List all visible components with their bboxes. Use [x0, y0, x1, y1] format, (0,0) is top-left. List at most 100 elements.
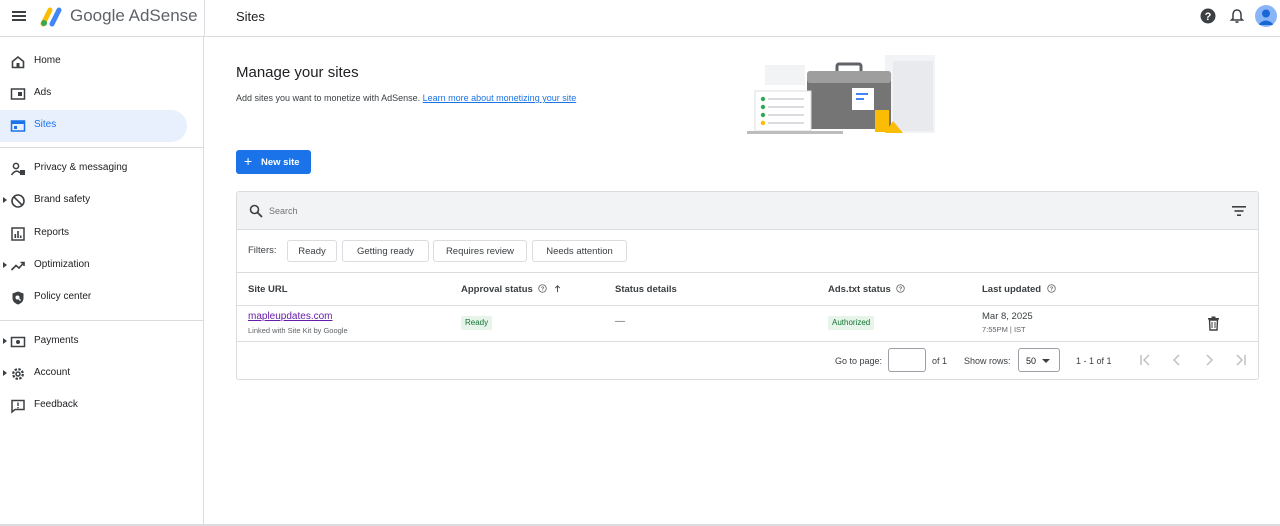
sidebar-item-feedback[interactable]: Feedback — [0, 390, 187, 422]
sidebar-item-sites[interactable]: Sites — [0, 110, 187, 142]
sites-icon — [10, 120, 26, 132]
sidebar-nav: Home Ads Sites Privacy & messaging Brand… — [0, 37, 204, 526]
sidebar-item-label: Home — [34, 55, 61, 66]
sort-ascending-icon[interactable] — [553, 284, 562, 293]
expand-caret-icon — [3, 370, 7, 376]
search-input[interactable] — [269, 203, 1169, 219]
sidebar-divider — [0, 320, 203, 321]
sidebar-item-label: Optimization — [34, 259, 90, 270]
col-header-status-details: Status details — [615, 284, 677, 295]
sidebar-item-label: Sites — [34, 119, 57, 130]
new-site-button[interactable]: + New site — [236, 150, 311, 174]
payments-icon — [10, 336, 26, 348]
approval-status-badge: Ready — [461, 316, 493, 330]
last-page-icon[interactable] — [1234, 353, 1248, 367]
expand-caret-icon — [3, 197, 7, 203]
sidebar-item-ads[interactable]: Ads — [0, 78, 187, 110]
table-header: Site URL Approval status ? Status detail… — [237, 273, 1258, 306]
delete-icon[interactable] — [1207, 316, 1220, 331]
sidebar-item-label: Privacy & messaging — [34, 162, 128, 173]
svg-text:?: ? — [1205, 11, 1212, 23]
site-url-link[interactable]: mapleupdates.com — [248, 311, 333, 322]
policy-shield-icon — [12, 291, 24, 305]
rows-per-page-select[interactable]: 50 — [1018, 348, 1060, 372]
reports-icon — [11, 227, 25, 241]
status-details-value: — — [615, 316, 625, 327]
ads-txt-status-badge: Authorized — [828, 316, 875, 330]
svg-text:?: ? — [899, 287, 903, 293]
sidebar-item-label: Feedback — [34, 399, 78, 410]
feedback-icon — [11, 399, 25, 414]
rows-per-page-value: 50 — [1026, 356, 1037, 366]
manage-sites-illustration — [747, 55, 935, 134]
col-header-approval-status[interactable]: Approval status ? — [461, 284, 562, 295]
col-header-site-url[interactable]: Site URL — [248, 284, 288, 295]
go-to-page-label: Go to page: — [835, 356, 883, 366]
plus-icon: + — [244, 153, 253, 169]
help-outline-icon[interactable]: ? — [896, 284, 906, 293]
sidebar-item-account[interactable]: Account — [0, 358, 187, 390]
home-icon — [11, 55, 25, 69]
sidebar-item-payments[interactable]: Payments — [0, 326, 187, 358]
filters-label: Filters: — [248, 245, 277, 256]
gear-icon — [12, 368, 24, 380]
col-header-last-updated[interactable]: Last updated ? — [982, 284, 1056, 295]
trending-icon — [10, 261, 25, 271]
next-page-icon[interactable] — [1202, 353, 1216, 367]
filter-chip-requires-review[interactable]: Requires review — [433, 240, 527, 262]
col-header-label: Approval status — [461, 284, 533, 295]
expand-caret-icon — [3, 338, 7, 344]
col-header-label: Ads.txt status — [828, 284, 891, 295]
last-updated-date: Mar 8, 2025 — [982, 311, 1033, 322]
help-circle-icon[interactable]: ? — [1199, 7, 1217, 25]
filter-chip-needs-attention[interactable]: Needs attention — [532, 240, 627, 262]
sidebar-item-home[interactable]: Home — [0, 46, 187, 78]
sidebar-item-brand-safety[interactable]: Brand safety — [0, 185, 187, 217]
page-range-label: 1 - 1 of 1 — [1076, 356, 1112, 366]
sidebar-item-label: Brand safety — [34, 194, 91, 205]
show-rows-label: Show rows: — [964, 356, 1011, 366]
sidebar-item-optimization[interactable]: Optimization — [0, 250, 187, 282]
pagination-bar: Go to page: of 1 Show rows: 50 1 - 1 of … — [237, 342, 1258, 379]
page-title: Sites — [236, 9, 265, 24]
dropdown-arrow-icon — [1042, 359, 1050, 363]
help-outline-icon[interactable]: ? — [1047, 284, 1056, 293]
learn-more-link[interactable]: Learn more about monetizing your site — [423, 93, 577, 103]
first-page-icon[interactable] — [1138, 353, 1152, 367]
privacy-icon — [10, 162, 25, 176]
topbar-divider — [204, 0, 205, 37]
go-to-page-input[interactable] — [888, 348, 926, 372]
sidebar-item-label: Payments — [34, 335, 79, 346]
filter-chip-getting-ready[interactable]: Getting ready — [342, 240, 429, 262]
filters-row: Filters: Ready Getting ready Requires re… — [237, 230, 1258, 273]
top-app-bar: Google AdSense Sites ? — [0, 0, 1280, 37]
section-title: Manage your sites — [236, 64, 359, 81]
search-icon — [249, 204, 263, 218]
filter-chip-ready[interactable]: Ready — [287, 240, 337, 262]
description-text: Add sites you want to monetize with AdSe… — [236, 93, 421, 103]
expand-caret-icon — [3, 262, 7, 268]
table-row: mapleupdates.com Linked with Site Kit by… — [237, 306, 1258, 342]
previous-page-icon[interactable] — [1170, 353, 1184, 367]
brand-name: Google AdSense — [70, 6, 198, 25]
block-icon — [11, 194, 25, 208]
section-description: Add sites you want to monetize with AdSe… — [236, 93, 576, 103]
bell-icon[interactable] — [1228, 7, 1246, 25]
col-header-ads-txt-status[interactable]: Ads.txt status ? — [828, 284, 906, 295]
sidebar-item-reports[interactable]: Reports — [0, 218, 187, 250]
ads-icon — [10, 88, 26, 100]
svg-text:?: ? — [1049, 287, 1053, 293]
hamburger-menu-icon[interactable] — [11, 9, 27, 23]
sidebar-item-privacy-messaging[interactable]: Privacy & messaging — [0, 153, 187, 185]
help-outline-icon[interactable]: ? — [538, 284, 548, 293]
sidebar-item-label: Ads — [34, 87, 52, 98]
sidebar-divider — [0, 147, 203, 148]
sites-table-card: Filters: Ready Getting ready Requires re… — [236, 191, 1259, 380]
search-bar — [237, 192, 1258, 230]
site-sub-label: Linked with Site Kit by Google — [248, 326, 348, 335]
account-avatar-icon[interactable] — [1255, 5, 1277, 27]
col-header-label: Last updated — [982, 284, 1042, 295]
filter-list-icon[interactable] — [1231, 204, 1247, 218]
new-site-label: New site — [261, 157, 300, 168]
sidebar-item-policy-center[interactable]: Policy center — [0, 282, 187, 314]
